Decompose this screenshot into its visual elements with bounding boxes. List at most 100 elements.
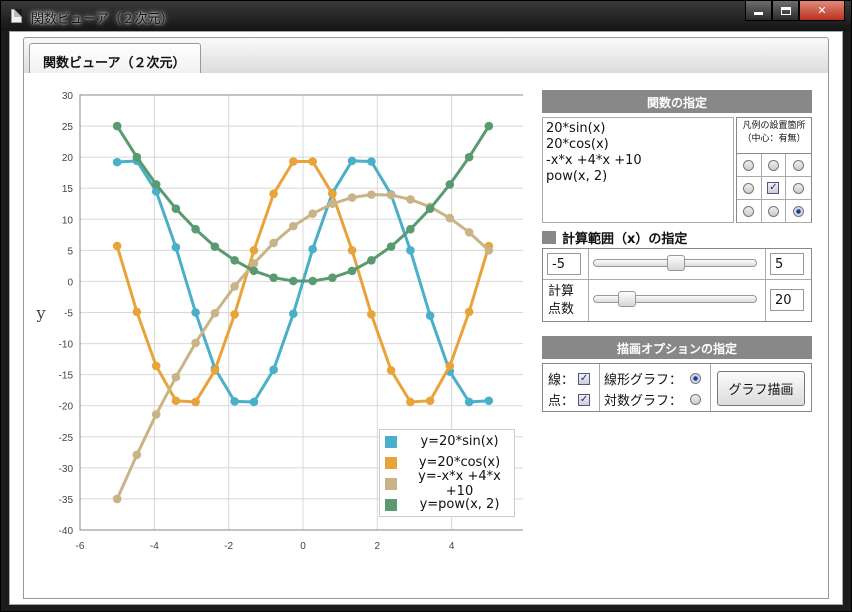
- draw-graph-button[interactable]: グラフ描画: [717, 371, 805, 406]
- data-point: [406, 246, 415, 255]
- data-point: [230, 310, 239, 319]
- data-point: [269, 238, 278, 248]
- data-point: [112, 241, 122, 251]
- data-point: [230, 397, 239, 406]
- data-point: [230, 256, 239, 265]
- range-max-input[interactable]: 5: [770, 253, 804, 275]
- data-point: [347, 193, 357, 202]
- y-tick-label: 0: [67, 277, 73, 288]
- legend-pos-radio-bottom-center[interactable]: [767, 205, 779, 217]
- range-slider[interactable]: [593, 255, 757, 271]
- data-point: [367, 256, 376, 265]
- y-tick-label: -30: [59, 464, 74, 475]
- document-icon: [11, 9, 22, 23]
- legend-pos-radio-top-center[interactable]: [767, 159, 779, 171]
- legend-position-grid: ✓: [737, 154, 811, 223]
- legend-pos-cell: [786, 177, 811, 200]
- legend-label: y=20*sin(x): [420, 434, 499, 449]
- data-point: [112, 121, 122, 131]
- data-point: [328, 189, 337, 199]
- legend-center-checkbox[interactable]: ✓: [767, 182, 780, 194]
- data-point: [151, 361, 161, 371]
- data-point: [249, 246, 259, 255]
- y-tick-label: 5: [67, 246, 73, 257]
- data-point: [132, 450, 142, 460]
- points-slider-thumb[interactable]: [618, 291, 636, 307]
- legend-item: y=pow(x, 2): [380, 494, 514, 515]
- legend-pos-radio-top-left[interactable]: [743, 159, 755, 171]
- y-tick-label: 25: [62, 122, 74, 133]
- data-point: [191, 397, 200, 407]
- data-point: [367, 190, 376, 199]
- range-min-input[interactable]: -5: [547, 253, 581, 275]
- function-input[interactable]: 20*sin(x) 20*cos(x) -x*x +4*x +10 pow(x,…: [542, 117, 734, 223]
- points-slider[interactable]: [593, 291, 757, 307]
- legend-pos-radio-middle-right[interactable]: [793, 182, 805, 194]
- control-panel: 関数の指定 20*sin(x) 20*cos(x) -x*x +4*x +10 …: [542, 90, 812, 412]
- data-point: [171, 396, 181, 406]
- data-point: [171, 242, 181, 252]
- range-slider-thumb[interactable]: [667, 255, 685, 271]
- log-label: 対数グラフ：: [604, 394, 683, 409]
- x-tick-label: -6: [76, 541, 85, 552]
- data-point: [406, 195, 415, 204]
- maximize-icon: [780, 6, 791, 15]
- legend-pos-cell: ✓: [761, 177, 787, 200]
- legend-pos-cell: [737, 177, 762, 200]
- legend-pos-radio-middle-left[interactable]: [743, 182, 755, 194]
- y-tick-label: -15: [59, 371, 74, 382]
- data-point: [328, 273, 337, 282]
- data-point: [112, 494, 122, 504]
- close-icon: ✕: [817, 4, 827, 17]
- points-input[interactable]: 20: [770, 289, 804, 311]
- data-point: [210, 365, 220, 375]
- data-point: [171, 372, 181, 382]
- data-point: [249, 266, 259, 276]
- line-checkbox[interactable]: ✓: [578, 372, 591, 385]
- log-radio[interactable]: [690, 394, 702, 405]
- range-section: 計算範囲（x）の指定 -5 5 計算 点数 20: [542, 228, 812, 322]
- data-point: [406, 224, 415, 234]
- linear-radio[interactable]: [690, 373, 702, 384]
- y-axis-label: y: [35, 304, 45, 323]
- legend-label: y=-x*x +4*x +10: [418, 468, 501, 499]
- options-header: 描画オプションの指定: [542, 336, 812, 359]
- data-point: [484, 396, 494, 406]
- legend-pos-radio-bottom-right[interactable]: [793, 205, 805, 217]
- close-button[interactable]: ✕: [799, 1, 845, 21]
- maximize-button[interactable]: [772, 1, 799, 21]
- section-square-icon: [542, 231, 556, 244]
- data-point: [191, 308, 200, 317]
- data-point: [289, 276, 298, 286]
- data-point: [132, 152, 142, 162]
- legend-pos-radio-top-right[interactable]: [793, 159, 805, 171]
- legend-pos-cell: [737, 154, 762, 177]
- data-point: [406, 397, 415, 407]
- window-title: 関数ビューア（２次元）: [31, 12, 174, 27]
- data-point: [151, 410, 161, 419]
- data-point: [464, 228, 474, 237]
- linear-label: 線形グラフ：: [604, 373, 683, 388]
- points-label-line2: 点数: [548, 302, 575, 317]
- data-point: [386, 365, 396, 375]
- data-point: [308, 209, 317, 218]
- y-tick-label: 10: [62, 215, 74, 226]
- data-point: [269, 365, 278, 374]
- data-point: [308, 157, 317, 166]
- legend-position-title: 凡例の設置箇所 （中心：有無）: [737, 118, 811, 154]
- data-point: [191, 224, 200, 234]
- point-checkbox[interactable]: ✓: [578, 393, 591, 406]
- minimize-button[interactable]: [745, 1, 772, 21]
- data-point: [210, 308, 220, 318]
- data-point: [484, 121, 494, 131]
- legend-pos-radio-bottom-left[interactable]: [743, 205, 755, 217]
- y-tick-label: -20: [59, 402, 74, 413]
- y-tick-label: -35: [59, 495, 74, 506]
- data-point: [445, 213, 455, 223]
- data-point: [112, 157, 122, 167]
- data-point: [445, 361, 455, 371]
- chart-legend: y=20*sin(x) y=20*cos(x) y=-x*x +4*x +10 y=p…: [379, 429, 515, 517]
- title-bar[interactable]: 関数ビューア（２次元） ✕: [1, 1, 851, 31]
- data-point: [425, 311, 435, 320]
- options-box: 線： ✓ 点： ✓ 線形グラフ： 対数グラフ： グラフ描画: [542, 363, 812, 412]
